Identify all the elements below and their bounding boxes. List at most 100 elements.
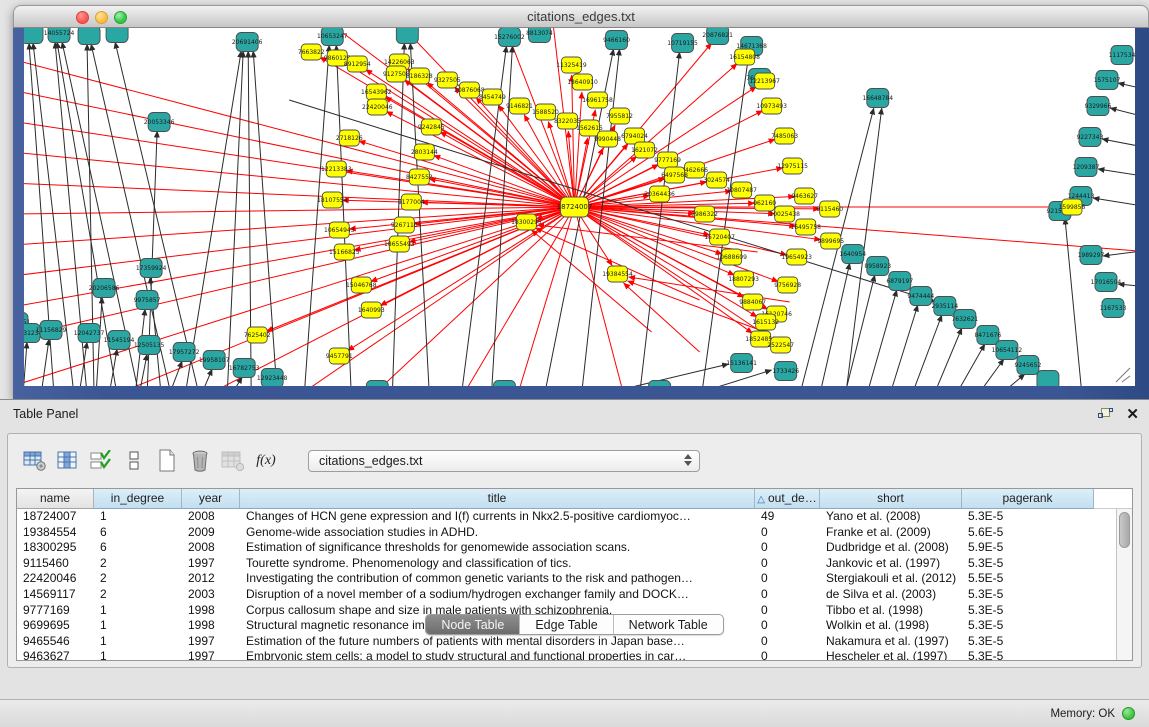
table-cell[interactable]: 5.3E-5	[962, 587, 1094, 603]
table-cell[interactable]: Franke et al. (2009)	[820, 525, 962, 541]
graph-node[interactable]: 8958923	[864, 257, 891, 276]
graph-node[interactable]: 9975857	[134, 291, 161, 310]
table-cell[interactable]: Nakamura et al. (1997)	[820, 634, 962, 650]
graph-node[interactable]: 15276002	[494, 28, 525, 47]
table-cell[interactable]: de Silva et al. (2003)	[820, 587, 962, 603]
table-row[interactable]: 911546021997Tourette syndrome. Phenomeno…	[17, 556, 1116, 572]
table-cell[interactable]: 0	[755, 525, 820, 541]
table-cell[interactable]: 2	[94, 587, 182, 603]
graph-node[interactable]: 7485063	[771, 128, 798, 144]
graph-node[interactable]: 1209387	[1073, 158, 1100, 177]
graph-node[interactable]: 8813074	[526, 28, 553, 43]
graph-node[interactable]	[24, 28, 43, 44]
column-visibility-icon[interactable]	[53, 447, 83, 475]
table-row[interactable]: 1456911722003Disruption of a novel membe…	[17, 587, 1116, 603]
graph-node[interactable]: 6879197	[886, 272, 913, 291]
graph-node[interactable]: 17016504	[1091, 273, 1122, 292]
graph-node[interactable]: 9457791	[326, 348, 353, 364]
graph-node[interactable]: 8912954	[344, 56, 371, 72]
tab-node-table[interactable]: Node Table	[426, 615, 520, 634]
graph-node[interactable]: 9329966	[1085, 97, 1112, 116]
table-cell[interactable]: Stergiakouli et al. (2012)	[820, 571, 962, 587]
table-row[interactable]: 1872400712008Changes of HCN gene express…	[17, 509, 1116, 525]
graph-node[interactable]: 1640954	[839, 245, 866, 264]
table-cell[interactable]: 0	[755, 556, 820, 572]
graph-node[interactable]: 16543962	[361, 84, 392, 100]
table-cell[interactable]: 6	[94, 540, 182, 556]
table-cell[interactable]: 2003	[182, 587, 240, 603]
table-cell[interactable]: Embryonic stem cells: a model to study s…	[240, 649, 755, 660]
graph-node[interactable]: 16648784	[862, 89, 893, 108]
table-cell[interactable]: 5.3E-5	[962, 634, 1094, 650]
graph-node[interactable]: 16961758	[582, 92, 613, 108]
table-cell[interactable]: 2008	[182, 509, 240, 525]
table-cell[interactable]: 1997	[182, 634, 240, 650]
graph-node[interactable]: 15136141	[726, 354, 757, 373]
row-selection-icon[interactable]	[86, 447, 116, 475]
table-cell[interactable]: Jankovic et al. (1997)	[820, 556, 962, 572]
column-header-year[interactable]: year	[182, 489, 240, 509]
table-cell[interactable]: 0	[755, 649, 820, 660]
graph-node[interactable]: 9245652	[1015, 356, 1042, 375]
graph-node[interactable]: 17359924	[136, 259, 167, 278]
table-cell[interactable]: 6	[94, 525, 182, 541]
table-scrollbar-thumb[interactable]	[1119, 512, 1130, 548]
graph-node[interactable]: 1575107	[1094, 71, 1121, 90]
memory-status-icon[interactable]	[1122, 707, 1135, 720]
column-header-title[interactable]: title	[240, 489, 755, 509]
table-cell[interactable]: Genome-wide association studies in ADHD.	[240, 525, 755, 541]
table-cell[interactable]: 19384554	[17, 525, 94, 541]
graph-node[interactable]: 9466160	[603, 31, 630, 50]
table-scrollbar[interactable]	[1116, 509, 1132, 660]
table-cell[interactable]: 18724007	[17, 509, 94, 525]
close-window-icon[interactable]	[76, 11, 89, 24]
graph-node[interactable]: 7663822	[298, 44, 325, 60]
graph-node[interactable]: 10688609	[716, 249, 747, 265]
table-cell[interactable]: 5.5E-5	[962, 571, 1094, 587]
window-titlebar[interactable]: citations_edges.txt	[13, 5, 1149, 28]
table-row[interactable]: 1830029562008Estimation of significance …	[17, 540, 1116, 556]
graph-node[interactable]: 7625402	[244, 327, 271, 343]
graph-node[interactable]: 1989297	[1078, 246, 1105, 265]
table-cell[interactable]: 5.3E-5	[962, 649, 1094, 660]
graph-node[interactable]: 7986322	[691, 206, 718, 222]
zoom-window-icon[interactable]	[114, 11, 127, 24]
table-cell[interactable]: 1	[94, 649, 182, 660]
graph-node[interactable]: 9267110	[391, 217, 418, 233]
import-table-icon[interactable]	[218, 447, 248, 475]
delete-column-icon[interactable]	[185, 447, 215, 475]
graph-node[interactable]: 6497568	[661, 167, 688, 183]
graph-node[interactable]: 9463627	[791, 188, 818, 204]
table-cell[interactable]: 18300295	[17, 540, 94, 556]
graph-node[interactable]: 11545194	[104, 331, 135, 350]
table-cell[interactable]: 0	[755, 540, 820, 556]
graph-node[interactable]	[649, 381, 671, 387]
graph-node[interactable]: 1599858	[1059, 199, 1086, 215]
table-cell[interactable]: 1	[94, 634, 182, 650]
table-options-icon[interactable]	[20, 447, 50, 475]
table-cell[interactable]: Hescheler et al. (1997)	[820, 649, 962, 660]
graph-node[interactable]: 20876821	[702, 28, 733, 45]
table-cell[interactable]: 5.9E-5	[962, 540, 1094, 556]
graph-node[interactable]: 2803144	[411, 144, 438, 160]
table-cell[interactable]: Yano et al. (2008)	[820, 509, 962, 525]
graph-node[interactable]: 1117534	[1109, 46, 1135, 65]
graph-node[interactable]: 10719155	[667, 34, 698, 53]
graph-node[interactable]: 3024574	[703, 172, 730, 188]
graph-node[interactable]: 19958107	[199, 351, 230, 370]
graph-node[interactable]: 7955812	[606, 108, 633, 124]
graph-node[interactable]	[1037, 371, 1059, 387]
graph-node[interactable]: 18807293	[728, 271, 759, 287]
graph-node[interactable]: 18300295	[511, 214, 542, 230]
graph-node[interactable]: 11156829	[36, 321, 67, 340]
graph-node[interactable]: 10653247	[317, 28, 348, 46]
table-cell[interactable]: 14569117	[17, 587, 94, 603]
table-cell[interactable]: 22420046	[17, 571, 94, 587]
graph-node[interactable]: 12505135	[134, 336, 165, 355]
graph-node[interactable]: 16782753	[229, 359, 260, 378]
graph-node[interactable]: 9990448	[594, 131, 621, 147]
graph-node[interactable]: 9115460	[816, 201, 843, 217]
table-cell[interactable]: 2	[94, 556, 182, 572]
graph-node[interactable]: 12975115	[777, 158, 808, 174]
graph-node[interactable]: 9146821	[506, 98, 533, 114]
